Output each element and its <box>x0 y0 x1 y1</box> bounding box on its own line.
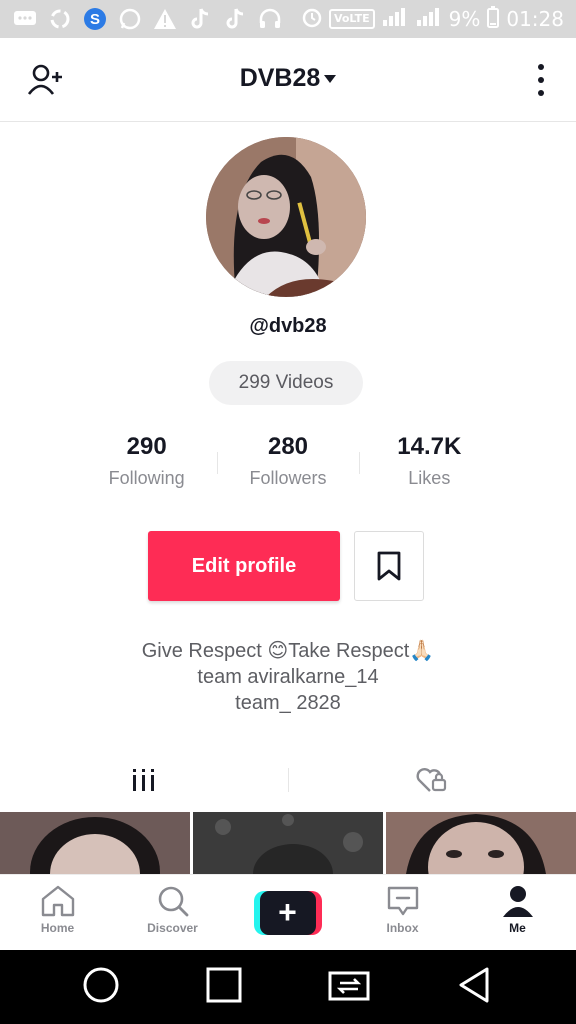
skype-icon: S <box>82 6 108 32</box>
stat-value: 280 <box>267 433 309 460</box>
status-bar: S VoLTE 9% 01:28 <box>0 0 576 38</box>
switch-app-icon[interactable] <box>326 965 372 1010</box>
nav-label: Home <box>40 921 75 935</box>
stat-following[interactable]: 290 Following <box>76 430 217 500</box>
inbox-icon <box>387 886 418 916</box>
headset-icon <box>257 6 283 32</box>
avatar[interactable] <box>206 137 366 297</box>
nav-discover[interactable]: Discover <box>115 875 230 950</box>
home-button-icon[interactable] <box>81 965 121 1010</box>
tiktok-notification-icon <box>187 6 213 32</box>
sync-icon <box>47 6 73 32</box>
nav-me[interactable]: Me <box>460 875 575 950</box>
search-icon <box>158 886 188 917</box>
video-thumbnail[interactable] <box>386 812 576 874</box>
nav-home[interactable]: Home <box>0 875 115 950</box>
video-grid <box>0 812 576 874</box>
warning-icon <box>152 6 178 32</box>
chevron-down-icon <box>324 75 337 84</box>
bookmark-icon <box>377 551 401 581</box>
tab-videos[interactable] <box>0 750 288 810</box>
stat-value: 14.7K <box>397 433 462 460</box>
liked-locked-icon <box>416 768 447 792</box>
favorites-button[interactable] <box>354 531 424 601</box>
battery-icon <box>486 5 500 33</box>
alarm-icon <box>301 6 323 33</box>
message-icon <box>12 6 38 32</box>
system-navigation-bar <box>0 950 576 1024</box>
nav-inbox[interactable]: Inbox <box>345 875 460 950</box>
bio: Give Respect 😊Take Respect🙏🏻 team aviral… <box>0 638 576 716</box>
video-thumbnail[interactable] <box>0 812 190 874</box>
svg-text:S: S <box>90 11 100 28</box>
nav-create[interactable]: + <box>230 875 345 950</box>
back-button-icon[interactable] <box>455 965 495 1010</box>
video-thumbnail[interactable] <box>193 812 383 874</box>
tiktok-notification-icon-2 <box>222 6 248 32</box>
signal-icon <box>381 6 409 33</box>
bio-line: Give Respect 😊Take Respect🙏🏻 <box>141 640 435 662</box>
more-options-icon[interactable] <box>536 64 546 96</box>
tab-liked[interactable] <box>289 750 576 810</box>
whatsapp-icon <box>117 6 143 32</box>
stat-label: Likes <box>408 468 451 488</box>
profile-header: DVB28 <box>0 38 576 122</box>
profile-stats: 290 Following 280 Followers 14.7K Likes <box>76 430 500 500</box>
profile-icon <box>502 886 533 917</box>
bottom-navigation: Home Discover + Inbox Me <box>0 874 576 950</box>
nav-label: Discover <box>147 921 198 935</box>
signal-icon-2 <box>415 6 443 33</box>
home-icon <box>41 885 74 917</box>
clock: 01:28 <box>506 7 564 31</box>
create-video-button[interactable]: + <box>253 890 322 935</box>
grid-icon <box>132 769 154 791</box>
content-tabs <box>0 750 576 810</box>
stat-label: Followers <box>249 468 327 488</box>
stat-value: 290 <box>126 433 167 460</box>
stat-label: Following <box>108 468 185 488</box>
stat-likes[interactable]: 14.7K Likes <box>358 430 500 500</box>
account-switcher[interactable]: DVB28 <box>0 64 576 93</box>
page-title: DVB28 <box>239 64 321 92</box>
plus-icon: + <box>259 890 316 935</box>
edit-profile-button[interactable]: Edit profile <box>148 531 340 601</box>
username-handle: @dvb28 <box>249 315 327 337</box>
stat-followers[interactable]: 280 Followers <box>217 430 358 500</box>
volte-badge: VoLTE <box>328 9 375 29</box>
videos-count-badge: 299 Videos <box>209 361 363 405</box>
nav-label: Inbox <box>386 921 419 935</box>
bio-line: team_ 2828 <box>235 692 341 714</box>
nav-label: Me <box>509 921 526 935</box>
recents-button-icon[interactable] <box>204 965 244 1010</box>
battery-level: 9% <box>448 7 481 31</box>
bio-line: team aviralkarne_14 <box>197 666 379 688</box>
